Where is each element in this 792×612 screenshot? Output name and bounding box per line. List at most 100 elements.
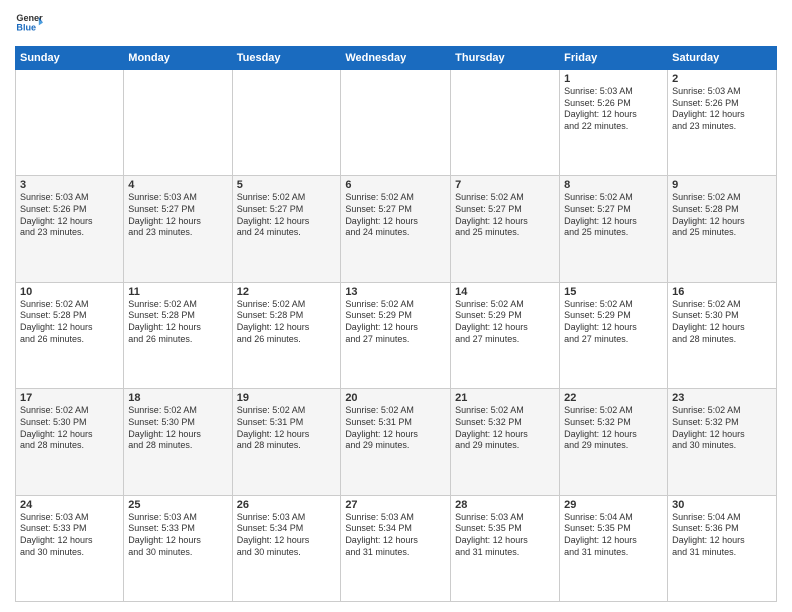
day-cell: 28Sunrise: 5:03 AM Sunset: 5:35 PM Dayli… bbox=[451, 495, 560, 601]
day-info: Sunrise: 5:03 AM Sunset: 5:26 PM Dayligh… bbox=[672, 86, 772, 133]
day-info: Sunrise: 5:03 AM Sunset: 5:26 PM Dayligh… bbox=[564, 86, 663, 133]
header-saturday: Saturday bbox=[668, 47, 777, 70]
day-number: 15 bbox=[564, 286, 663, 298]
day-number: 13 bbox=[345, 286, 446, 298]
day-number: 29 bbox=[564, 499, 663, 511]
day-cell: 10Sunrise: 5:02 AM Sunset: 5:28 PM Dayli… bbox=[16, 282, 124, 388]
day-cell: 8Sunrise: 5:02 AM Sunset: 5:27 PM Daylig… bbox=[560, 176, 668, 282]
day-number: 10 bbox=[20, 286, 119, 298]
day-cell: 1Sunrise: 5:03 AM Sunset: 5:26 PM Daylig… bbox=[560, 70, 668, 176]
day-number: 2 bbox=[672, 73, 772, 85]
day-info: Sunrise: 5:03 AM Sunset: 5:33 PM Dayligh… bbox=[128, 512, 227, 559]
day-number: 25 bbox=[128, 499, 227, 511]
header-monday: Monday bbox=[124, 47, 232, 70]
day-info: Sunrise: 5:02 AM Sunset: 5:28 PM Dayligh… bbox=[20, 299, 119, 346]
day-number: 19 bbox=[237, 392, 337, 404]
day-cell bbox=[124, 70, 232, 176]
day-number: 9 bbox=[672, 179, 772, 191]
day-number: 3 bbox=[20, 179, 119, 191]
day-cell bbox=[341, 70, 451, 176]
day-info: Sunrise: 5:02 AM Sunset: 5:27 PM Dayligh… bbox=[564, 192, 663, 239]
day-cell: 15Sunrise: 5:02 AM Sunset: 5:29 PM Dayli… bbox=[560, 282, 668, 388]
day-cell: 3Sunrise: 5:03 AM Sunset: 5:26 PM Daylig… bbox=[16, 176, 124, 282]
day-number: 7 bbox=[455, 179, 555, 191]
day-number: 4 bbox=[128, 179, 227, 191]
day-number: 14 bbox=[455, 286, 555, 298]
day-info: Sunrise: 5:02 AM Sunset: 5:31 PM Dayligh… bbox=[345, 405, 446, 452]
day-cell: 26Sunrise: 5:03 AM Sunset: 5:34 PM Dayli… bbox=[232, 495, 341, 601]
day-number: 30 bbox=[672, 499, 772, 511]
day-info: Sunrise: 5:02 AM Sunset: 5:27 PM Dayligh… bbox=[345, 192, 446, 239]
header-tuesday: Tuesday bbox=[232, 47, 341, 70]
day-cell: 19Sunrise: 5:02 AM Sunset: 5:31 PM Dayli… bbox=[232, 389, 341, 495]
day-number: 26 bbox=[237, 499, 337, 511]
day-cell: 11Sunrise: 5:02 AM Sunset: 5:28 PM Dayli… bbox=[124, 282, 232, 388]
day-cell: 18Sunrise: 5:02 AM Sunset: 5:30 PM Dayli… bbox=[124, 389, 232, 495]
day-cell: 12Sunrise: 5:02 AM Sunset: 5:28 PM Dayli… bbox=[232, 282, 341, 388]
day-info: Sunrise: 5:02 AM Sunset: 5:28 PM Dayligh… bbox=[128, 299, 227, 346]
day-number: 21 bbox=[455, 392, 555, 404]
day-info: Sunrise: 5:03 AM Sunset: 5:34 PM Dayligh… bbox=[345, 512, 446, 559]
day-cell bbox=[232, 70, 341, 176]
logo-icon: General Blue bbox=[15, 10, 43, 38]
day-cell: 4Sunrise: 5:03 AM Sunset: 5:27 PM Daylig… bbox=[124, 176, 232, 282]
page: General Blue SundayMondayTuesdayWednesda… bbox=[0, 0, 792, 612]
calendar-table: SundayMondayTuesdayWednesdayThursdayFrid… bbox=[15, 46, 777, 602]
day-cell: 25Sunrise: 5:03 AM Sunset: 5:33 PM Dayli… bbox=[124, 495, 232, 601]
week-row-2: 10Sunrise: 5:02 AM Sunset: 5:28 PM Dayli… bbox=[16, 282, 777, 388]
header-friday: Friday bbox=[560, 47, 668, 70]
week-row-0: 1Sunrise: 5:03 AM Sunset: 5:26 PM Daylig… bbox=[16, 70, 777, 176]
week-row-4: 24Sunrise: 5:03 AM Sunset: 5:33 PM Dayli… bbox=[16, 495, 777, 601]
day-number: 18 bbox=[128, 392, 227, 404]
day-cell: 22Sunrise: 5:02 AM Sunset: 5:32 PM Dayli… bbox=[560, 389, 668, 495]
week-row-3: 17Sunrise: 5:02 AM Sunset: 5:30 PM Dayli… bbox=[16, 389, 777, 495]
day-cell: 20Sunrise: 5:02 AM Sunset: 5:31 PM Dayli… bbox=[341, 389, 451, 495]
day-cell: 2Sunrise: 5:03 AM Sunset: 5:26 PM Daylig… bbox=[668, 70, 777, 176]
day-number: 27 bbox=[345, 499, 446, 511]
day-cell: 7Sunrise: 5:02 AM Sunset: 5:27 PM Daylig… bbox=[451, 176, 560, 282]
day-info: Sunrise: 5:02 AM Sunset: 5:31 PM Dayligh… bbox=[237, 405, 337, 452]
day-info: Sunrise: 5:04 AM Sunset: 5:35 PM Dayligh… bbox=[564, 512, 663, 559]
day-info: Sunrise: 5:02 AM Sunset: 5:30 PM Dayligh… bbox=[128, 405, 227, 452]
week-row-1: 3Sunrise: 5:03 AM Sunset: 5:26 PM Daylig… bbox=[16, 176, 777, 282]
day-info: Sunrise: 5:02 AM Sunset: 5:29 PM Dayligh… bbox=[455, 299, 555, 346]
day-number: 23 bbox=[672, 392, 772, 404]
day-number: 20 bbox=[345, 392, 446, 404]
logo: General Blue bbox=[15, 10, 43, 38]
day-number: 24 bbox=[20, 499, 119, 511]
day-cell bbox=[16, 70, 124, 176]
day-number: 22 bbox=[564, 392, 663, 404]
day-cell: 17Sunrise: 5:02 AM Sunset: 5:30 PM Dayli… bbox=[16, 389, 124, 495]
day-number: 11 bbox=[128, 286, 227, 298]
day-info: Sunrise: 5:02 AM Sunset: 5:29 PM Dayligh… bbox=[564, 299, 663, 346]
day-cell: 14Sunrise: 5:02 AM Sunset: 5:29 PM Dayli… bbox=[451, 282, 560, 388]
day-cell: 6Sunrise: 5:02 AM Sunset: 5:27 PM Daylig… bbox=[341, 176, 451, 282]
day-info: Sunrise: 5:02 AM Sunset: 5:28 PM Dayligh… bbox=[672, 192, 772, 239]
day-info: Sunrise: 5:02 AM Sunset: 5:27 PM Dayligh… bbox=[455, 192, 555, 239]
day-info: Sunrise: 5:02 AM Sunset: 5:32 PM Dayligh… bbox=[564, 405, 663, 452]
day-cell: 13Sunrise: 5:02 AM Sunset: 5:29 PM Dayli… bbox=[341, 282, 451, 388]
day-info: Sunrise: 5:02 AM Sunset: 5:27 PM Dayligh… bbox=[237, 192, 337, 239]
header-sunday: Sunday bbox=[16, 47, 124, 70]
day-info: Sunrise: 5:03 AM Sunset: 5:35 PM Dayligh… bbox=[455, 512, 555, 559]
day-number: 1 bbox=[564, 73, 663, 85]
day-info: Sunrise: 5:02 AM Sunset: 5:32 PM Dayligh… bbox=[672, 405, 772, 452]
day-info: Sunrise: 5:02 AM Sunset: 5:30 PM Dayligh… bbox=[20, 405, 119, 452]
day-info: Sunrise: 5:03 AM Sunset: 5:33 PM Dayligh… bbox=[20, 512, 119, 559]
day-info: Sunrise: 5:03 AM Sunset: 5:27 PM Dayligh… bbox=[128, 192, 227, 239]
svg-text:Blue: Blue bbox=[16, 22, 36, 32]
day-cell: 23Sunrise: 5:02 AM Sunset: 5:32 PM Dayli… bbox=[668, 389, 777, 495]
day-info: Sunrise: 5:02 AM Sunset: 5:28 PM Dayligh… bbox=[237, 299, 337, 346]
day-cell: 29Sunrise: 5:04 AM Sunset: 5:35 PM Dayli… bbox=[560, 495, 668, 601]
day-info: Sunrise: 5:03 AM Sunset: 5:34 PM Dayligh… bbox=[237, 512, 337, 559]
day-number: 8 bbox=[564, 179, 663, 191]
day-cell bbox=[451, 70, 560, 176]
day-number: 17 bbox=[20, 392, 119, 404]
day-cell: 9Sunrise: 5:02 AM Sunset: 5:28 PM Daylig… bbox=[668, 176, 777, 282]
day-cell: 27Sunrise: 5:03 AM Sunset: 5:34 PM Dayli… bbox=[341, 495, 451, 601]
day-info: Sunrise: 5:03 AM Sunset: 5:26 PM Dayligh… bbox=[20, 192, 119, 239]
day-cell: 24Sunrise: 5:03 AM Sunset: 5:33 PM Dayli… bbox=[16, 495, 124, 601]
day-number: 12 bbox=[237, 286, 337, 298]
day-info: Sunrise: 5:02 AM Sunset: 5:32 PM Dayligh… bbox=[455, 405, 555, 452]
day-info: Sunrise: 5:02 AM Sunset: 5:29 PM Dayligh… bbox=[345, 299, 446, 346]
